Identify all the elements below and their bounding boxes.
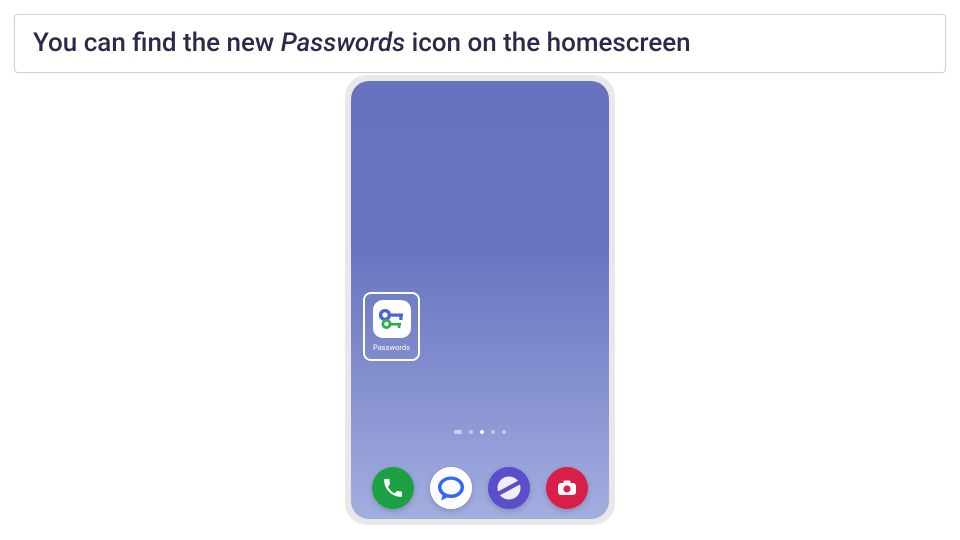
caption-text: You can find the new Passwords icon on t… bbox=[33, 27, 927, 60]
phone-homescreen[interactable]: Passwords bbox=[351, 81, 609, 519]
dock-phone-button[interactable] bbox=[372, 467, 414, 509]
passwords-app-icon[interactable] bbox=[373, 300, 411, 338]
camera-icon bbox=[555, 476, 579, 500]
passwords-key-icon bbox=[377, 306, 407, 332]
page-indicator-home[interactable] bbox=[454, 430, 462, 434]
dock-browser-button[interactable] bbox=[488, 467, 530, 509]
page-indicator[interactable] bbox=[351, 430, 609, 434]
passwords-app-highlight: Passwords bbox=[363, 292, 420, 361]
passwords-app-label: Passwords bbox=[373, 343, 410, 352]
caption-suffix: icon on the homescreen bbox=[405, 28, 691, 58]
chat-bubble-icon bbox=[430, 467, 472, 509]
dock-camera-button[interactable] bbox=[546, 467, 588, 509]
caption-prefix: You can find the new bbox=[33, 28, 281, 58]
caption-highlight: Passwords bbox=[281, 28, 405, 58]
page-indicator-dot[interactable] bbox=[469, 430, 473, 434]
phone-icon bbox=[382, 477, 404, 499]
page-indicator-dot[interactable] bbox=[502, 430, 506, 434]
instruction-caption: You can find the new Passwords icon on t… bbox=[14, 14, 946, 73]
planet-icon bbox=[488, 467, 530, 509]
page-indicator-dot[interactable] bbox=[491, 430, 495, 434]
page-indicator-dot-active[interactable] bbox=[480, 430, 484, 434]
phone-frame: Passwords bbox=[345, 75, 615, 525]
dock bbox=[351, 467, 609, 509]
dock-messages-button[interactable] bbox=[430, 467, 472, 509]
